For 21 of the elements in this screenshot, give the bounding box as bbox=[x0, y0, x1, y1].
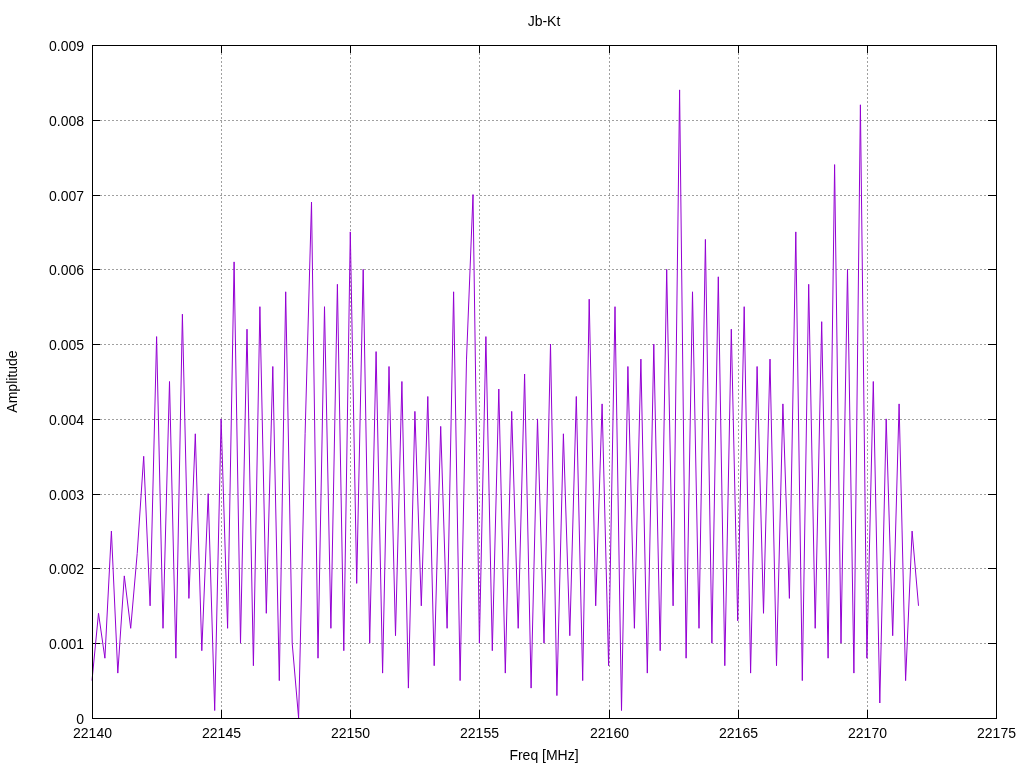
y-axis-label: Amplitude bbox=[4, 350, 20, 413]
y-tick-label: 0.001 bbox=[48, 635, 84, 652]
x-tick-label: 22170 bbox=[848, 725, 887, 741]
y-tick-label: 0.005 bbox=[48, 336, 84, 353]
y-tick-label: 0.006 bbox=[48, 261, 84, 278]
y-tick-label: 0 bbox=[76, 710, 84, 727]
x-tick-label: 22160 bbox=[590, 725, 629, 741]
x-tick-label: 22140 bbox=[73, 725, 112, 741]
chart-title: Jb-Kt bbox=[527, 13, 561, 29]
y-tick-label: 0.008 bbox=[48, 112, 84, 129]
y-tick-label: 0.002 bbox=[48, 560, 84, 577]
x-tick-label: 22165 bbox=[719, 725, 758, 741]
y-tick-label: 0.004 bbox=[48, 411, 84, 428]
x-tick-label: 22145 bbox=[202, 725, 241, 741]
x-tick-label: 22155 bbox=[460, 725, 499, 741]
y-tick-label: 0.003 bbox=[48, 486, 84, 503]
y-tick-label: 0.009 bbox=[48, 37, 84, 54]
x-tick-label: 22175 bbox=[977, 725, 1016, 741]
x-tick-label: 22150 bbox=[331, 725, 370, 741]
x-axis-label: Freq [MHz] bbox=[509, 747, 579, 763]
y-tick-label: 0.007 bbox=[48, 187, 84, 204]
